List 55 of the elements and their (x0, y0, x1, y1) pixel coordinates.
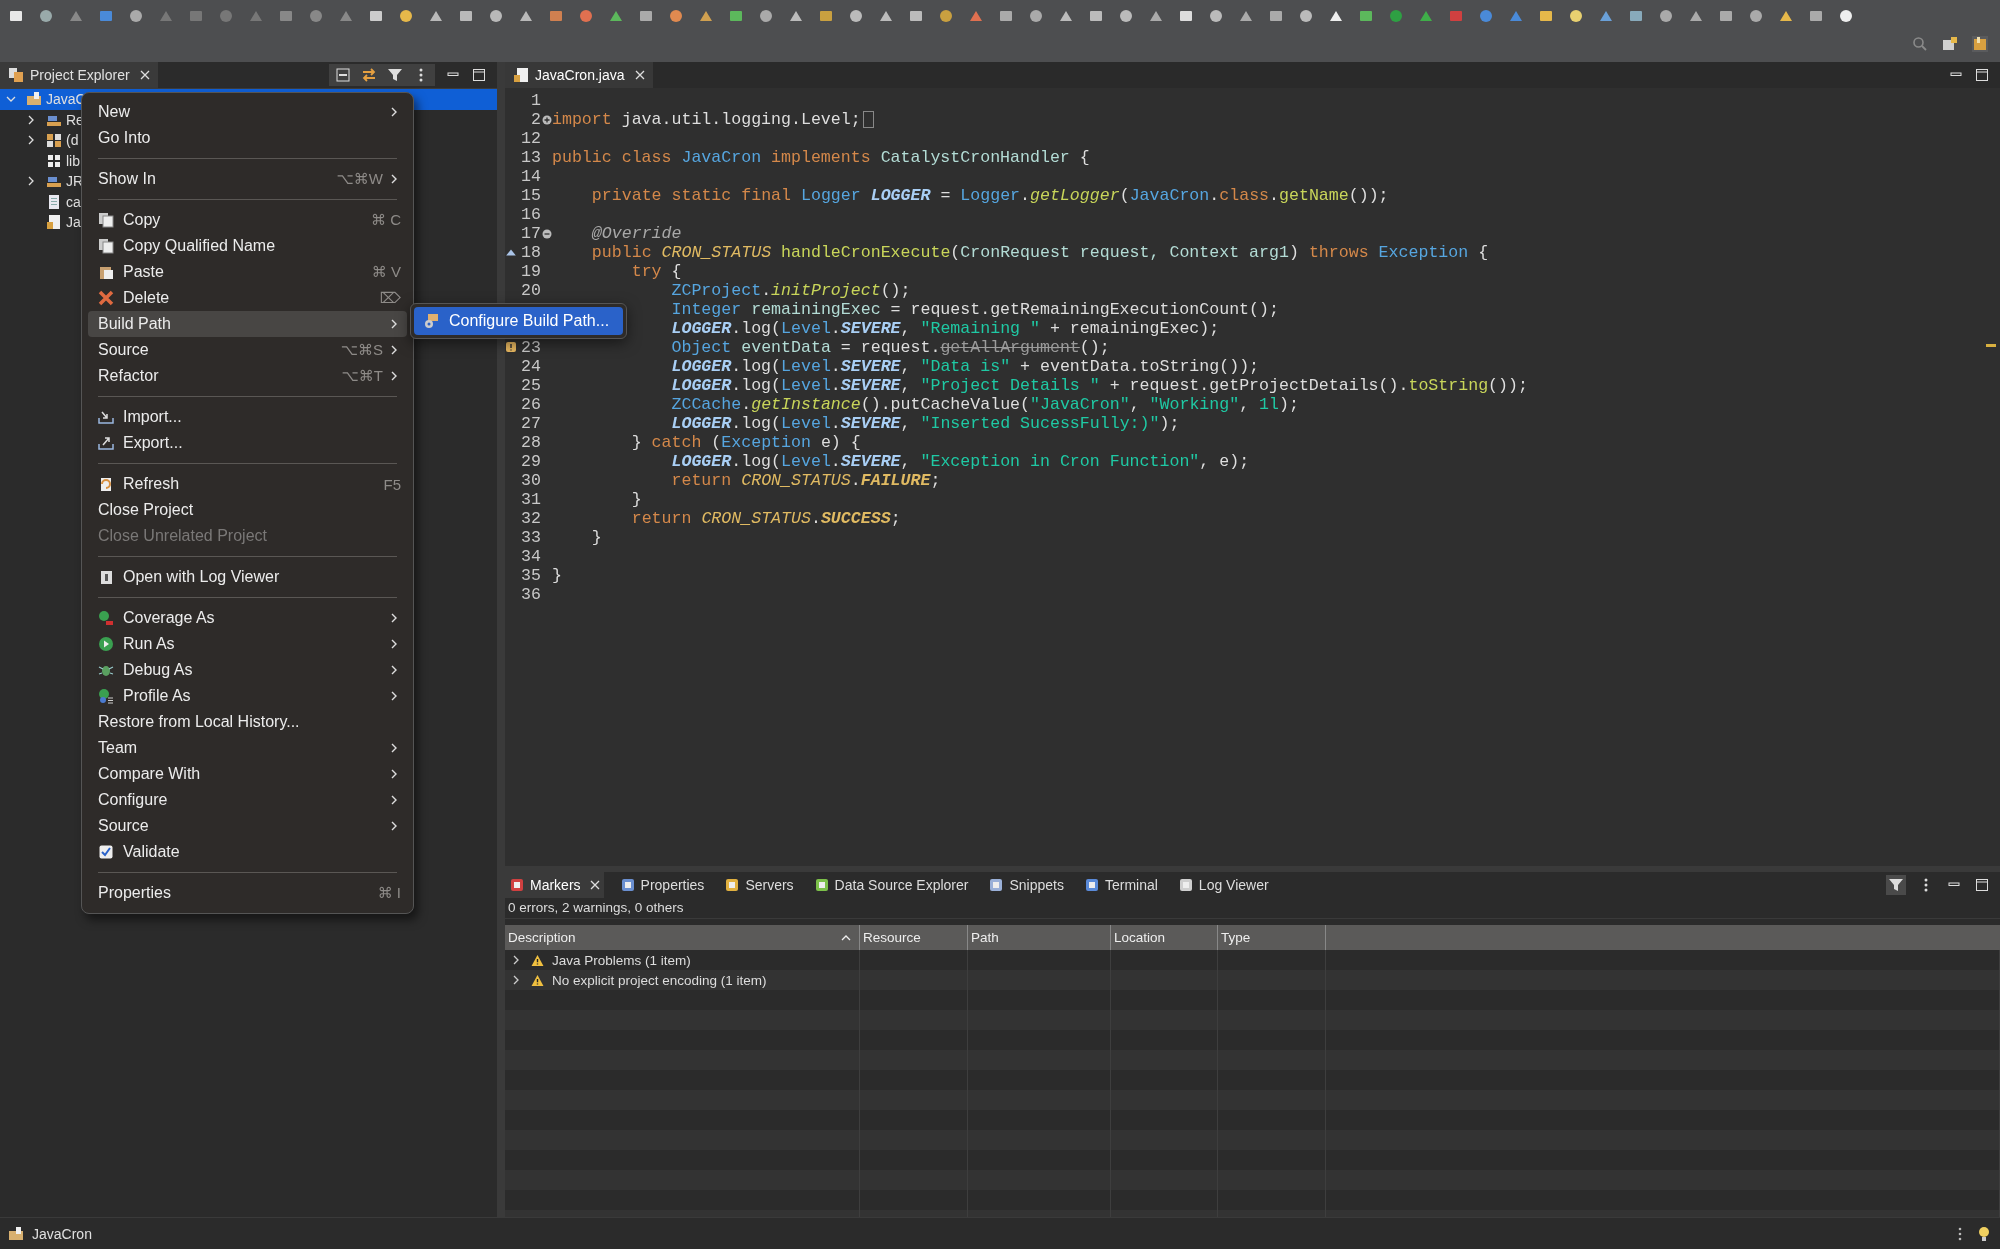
line-number: 24 (521, 357, 541, 376)
line-number: 31 (521, 490, 541, 509)
line-number: 16 (521, 205, 541, 224)
line-number: 29 (521, 452, 541, 471)
code-line: try { (631, 262, 682, 281)
code-line: @Override (591, 224, 682, 243)
line-number: 32 (521, 509, 541, 528)
code-line: LOGGER.log(Level.SEVERE, "Exception in Cron Function", e); (671, 452, 1250, 471)
status-text: JavaCron (32, 1225, 92, 1242)
tree-label: Ja (66, 214, 81, 231)
line-number: 36 (521, 585, 541, 604)
line-number: 34 (521, 547, 541, 566)
code-line: private static final Logger LOGGER = Logger.getLogger(JavaCron.class.getName()); (591, 186, 1389, 205)
line-number: 2 (531, 110, 541, 129)
code-line: Integer remainingExec = request.getRemainingExecutionCount(); (671, 300, 1279, 319)
line-number: 26 (521, 395, 541, 414)
code-line: Object eventData = request.getAllArgument(); (671, 338, 1110, 357)
code-line: } (631, 490, 642, 509)
line-number: 25 (521, 376, 541, 395)
line-number: 1 (531, 91, 541, 110)
code-line: LOGGER.log(Level.SEVERE, "Inserted SucessFully:)"); (671, 414, 1180, 433)
line-number: 12 (521, 129, 541, 148)
code-line: public CRON_STATUS handleCronExecute(CronRequest request, Context arg1) throws Exception { (591, 243, 1489, 262)
line-number: 30 (521, 471, 541, 490)
code-line: LOGGER.log(Level.SEVERE, "Remaining " + remainingExec); (671, 319, 1220, 338)
line-number: 13 (521, 148, 541, 167)
code-line: } (552, 566, 562, 585)
line-number: 27 (521, 414, 541, 433)
line-number: 28 (521, 433, 541, 452)
tree-label: lib (66, 152, 80, 169)
line-number: 14 (521, 167, 541, 186)
tree-label: ca (66, 193, 81, 210)
code-line: return CRON_STATUS.SUCCESS; (631, 509, 901, 528)
code-line: return CRON_STATUS.FAILURE; (671, 471, 941, 490)
line-number: 17 (521, 224, 541, 243)
line-number: 20 (521, 281, 541, 300)
code-line: public class JavaCron implements CatalystCronHandler { (552, 148, 1090, 167)
line-number: 23 (521, 338, 541, 357)
marker-description: Java Problems (1 item) (552, 952, 691, 968)
code-line: ZCCache.getInstance().putCacheValue("JavaCron", "Working", 1l); (671, 395, 1299, 414)
code-line: } (591, 528, 602, 547)
line-number: 15 (521, 186, 541, 205)
tree-label: (d (66, 132, 79, 149)
code-line: LOGGER.log(Level.SEVERE, "Project Details " + request.getProjectDetails().toString()); (671, 376, 1528, 395)
code-line: import java.util.logging.Level; (552, 110, 861, 129)
view-title: Project Explorer (30, 67, 130, 83)
code-line: } catch (Exception e) { (631, 433, 861, 452)
line-number: 33 (521, 528, 541, 547)
markers-summary: 0 errors, 2 warnings, 0 others (505, 898, 2000, 919)
code-line: LOGGER.log(Level.SEVERE, "Data is" + eventData.toString()); (671, 357, 1260, 376)
line-number: 35 (521, 566, 541, 585)
code-line: ZCProject.initProject(); (671, 281, 911, 300)
marker-description: No explicit project encoding (1 item) (552, 972, 767, 988)
line-number: 18 (521, 243, 541, 262)
line-number: 19 (521, 262, 541, 281)
